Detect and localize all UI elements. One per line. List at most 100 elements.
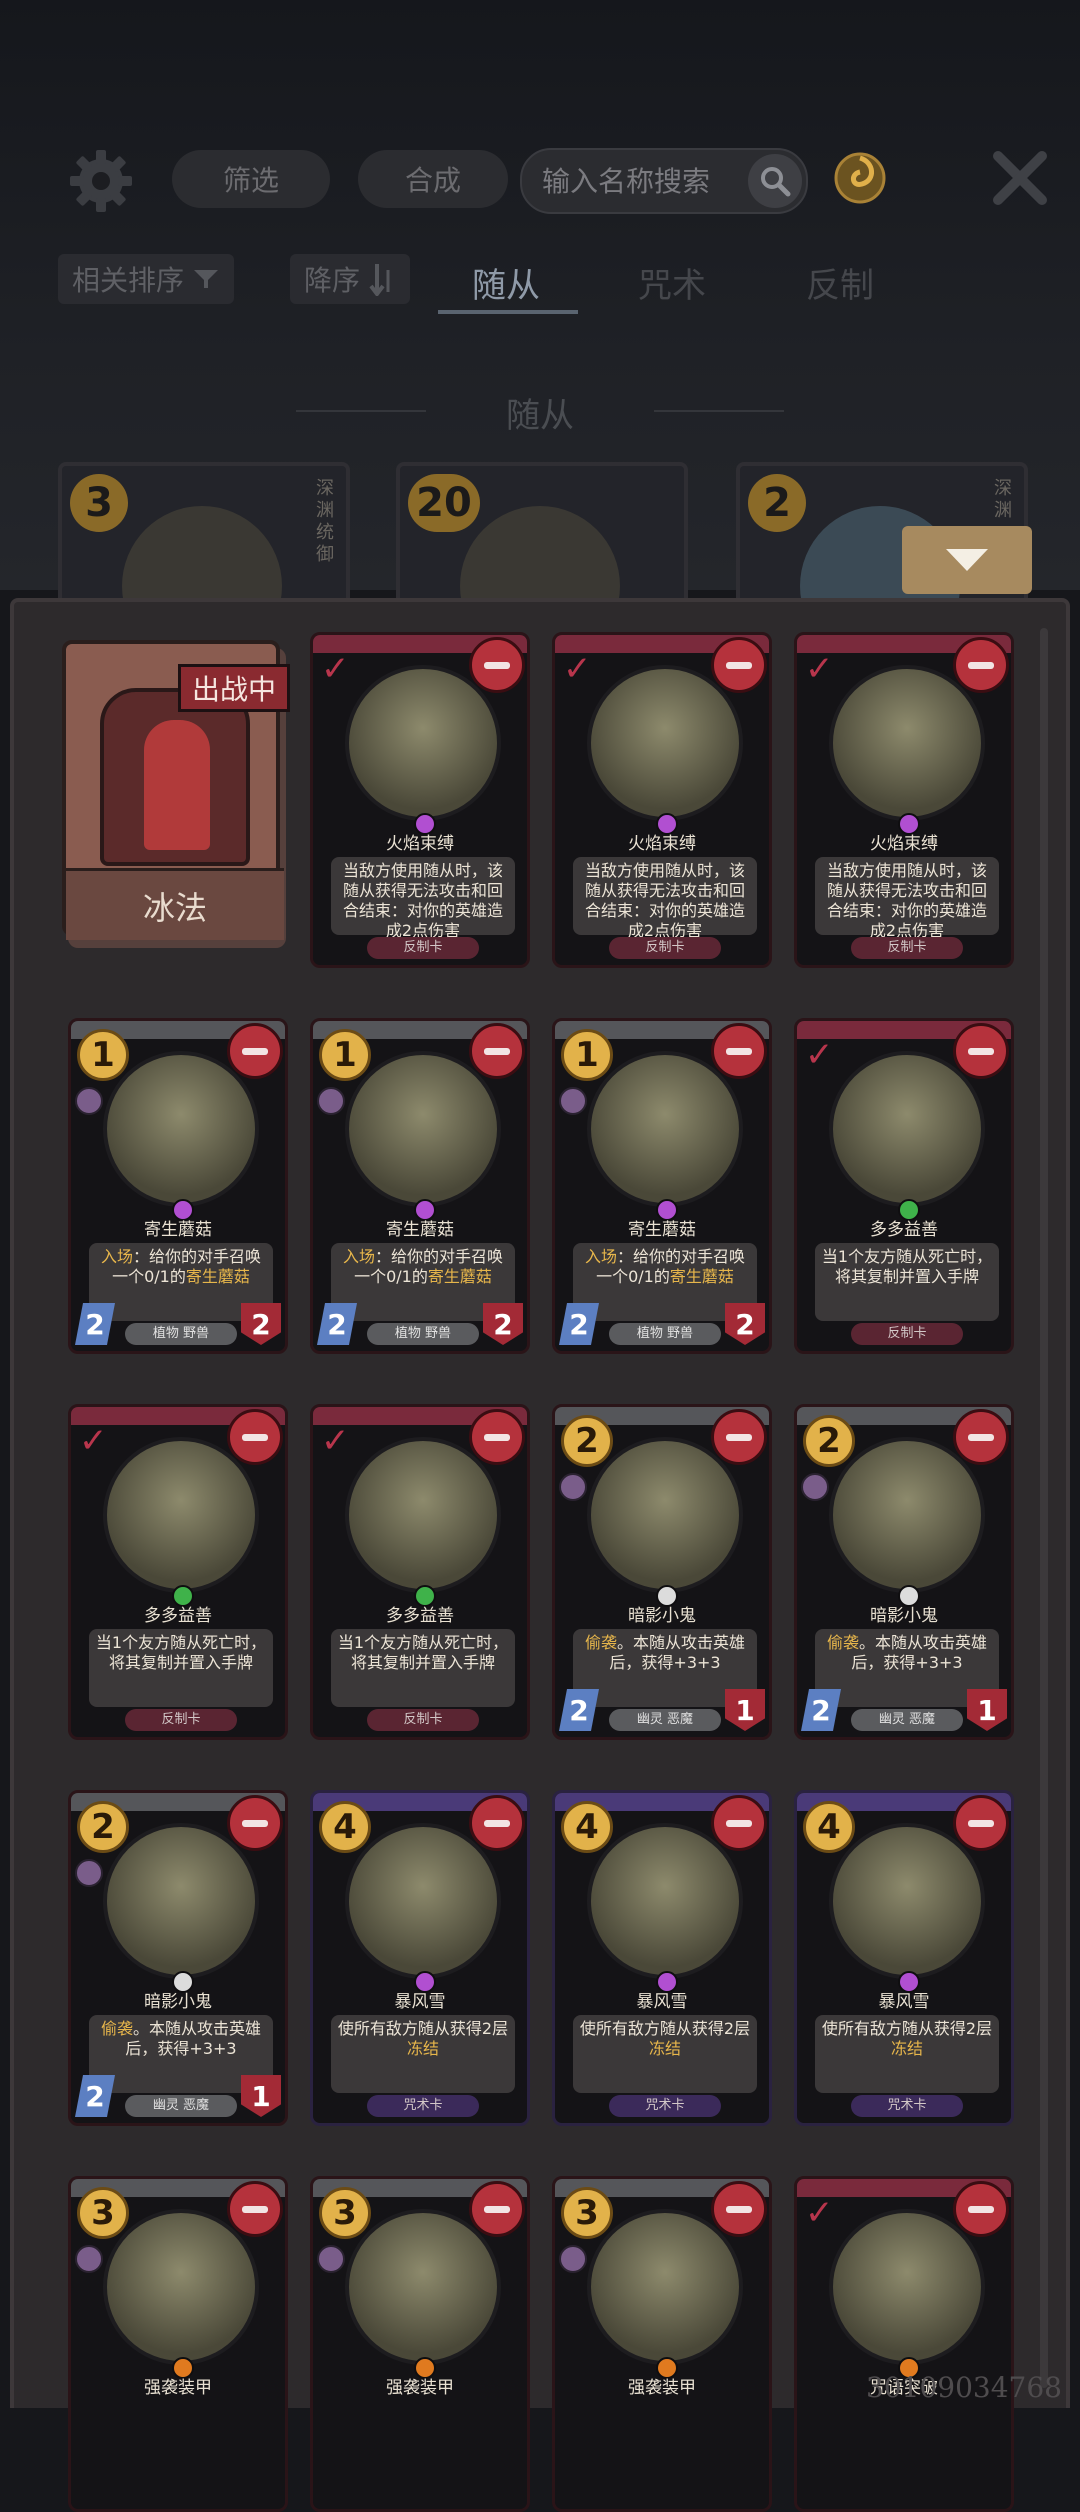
currency-icon[interactable] — [832, 150, 888, 206]
deck-card[interactable]: 1 寄生蘑菇 入场：给你的对手召唤一个0/1的寄生蘑菇 植物 野兽 2 2 — [552, 1018, 772, 1354]
deck-card[interactable]: 2 暗影小鬼 偷袭。本随从攻击英雄后，获得+3+3 幽灵 恶魔 2 1 — [552, 1404, 772, 1740]
card-name: 暗影小鬼 — [628, 1606, 696, 1626]
remove-card-button[interactable] — [711, 1795, 767, 1851]
remove-card-button[interactable] — [953, 637, 1009, 693]
card-name: 暴风雪 — [636, 1992, 688, 2012]
search-box — [520, 148, 808, 214]
deck-card[interactable]: ✓ 多多益善 当1个友方随从死亡时，将其复制并置入手牌 反制卡 — [310, 1404, 530, 1740]
deck-card[interactable]: 1 寄生蘑菇 入场：给你的对手召唤一个0/1的寄生蘑菇 植物 野兽 2 2 — [310, 1018, 530, 1354]
cost-badge: 1 — [77, 1029, 129, 1081]
tab-minions[interactable]: 随从 — [472, 258, 540, 307]
remove-card-button[interactable] — [711, 637, 767, 693]
card-description: 当敌方使用随从时，该随从获得无法攻击和回合结束：对你的英雄造成2点伤害 — [573, 857, 757, 940]
remove-card-button[interactable] — [227, 2181, 283, 2237]
remove-card-button[interactable] — [469, 1023, 525, 1079]
remove-card-button[interactable] — [469, 1409, 525, 1465]
remove-card-button[interactable] — [227, 1795, 283, 1851]
card-art — [103, 1823, 259, 1979]
counter-class-icon: ✓ — [321, 649, 350, 689]
gear-icon[interactable] — [68, 148, 134, 214]
remove-card-button[interactable] — [227, 1409, 283, 1465]
sort-arrow-icon — [369, 264, 390, 296]
remove-card-button[interactable] — [711, 1409, 767, 1465]
keyword: 寄生蘑菇 — [185, 1267, 250, 1286]
card-text: 当敌方使用随从时，该随从获得无法攻击和回合结束：对你的英雄造成2点伤害 — [342, 861, 503, 940]
deck-card[interactable]: ✓ 咒语突破 — [794, 2176, 1014, 2512]
remove-card-button[interactable] — [953, 1795, 1009, 1851]
sort-order-toggle[interactable]: 降序 — [290, 254, 411, 304]
tribe-icon — [317, 2245, 345, 2273]
deck-card[interactable]: 4 暴风雪 使所有敌方随从获得2层冻结 咒术卡 — [794, 1790, 1014, 2126]
deck-card[interactable]: 2 暗影小鬼 偷袭。本随从攻击英雄后，获得+3+3 幽灵 恶魔 2 1 — [68, 1790, 288, 2126]
chevron-down-icon — [946, 549, 988, 571]
sort-relevance-dropdown[interactable]: 相关排序 — [58, 254, 235, 304]
card-name: 强袭装甲 — [144, 2378, 212, 2398]
deck-card[interactable]: 4 暴风雪 使所有敌方随从获得2层冻结 咒术卡 — [310, 1790, 530, 2126]
remove-card-button[interactable] — [953, 2181, 1009, 2237]
deck-card[interactable]: ✓ 火焰束缚 当敌方使用随从时，该随从获得无法攻击和回合结束：对你的英雄造成2点伤害… — [794, 632, 1014, 968]
cost-badge: 2 — [803, 1415, 855, 1467]
filter-button[interactable]: 筛选 — [172, 150, 330, 208]
search-button[interactable] — [748, 154, 802, 208]
counter-class-icon: ✓ — [79, 1421, 108, 1461]
remove-card-button[interactable] — [953, 1409, 1009, 1465]
remove-card-button[interactable] — [469, 1795, 525, 1851]
remove-card-button[interactable] — [711, 2181, 767, 2237]
deck-card[interactable]: 2 暗影小鬼 偷袭。本随从攻击英雄后，获得+3+3 幽灵 恶魔 2 1 — [794, 1404, 1014, 1740]
card-art — [587, 1051, 743, 1207]
remove-card-button[interactable] — [469, 637, 525, 693]
keyword: 冻结 — [406, 2039, 439, 2058]
card-art — [829, 1437, 985, 1593]
deck-card[interactable]: 4 暴风雪 使所有敌方随从获得2层冻结 咒术卡 — [552, 1790, 772, 2126]
tribe-icon — [75, 1087, 103, 1115]
deck-card[interactable]: 1 寄生蘑菇 入场：给你的对手召唤一个0/1的寄生蘑菇 植物 野兽 2 2 — [68, 1018, 288, 1354]
card-name: 暗影小鬼 — [870, 1606, 938, 1626]
cost-badge: 2 — [77, 1801, 129, 1853]
remove-card-button[interactable] — [711, 1023, 767, 1079]
deck-card[interactable]: 3 强袭装甲 — [68, 2176, 288, 2512]
cost-badge: 3 — [70, 474, 128, 532]
watermark: 30109034768 — [866, 2371, 1062, 2404]
deck-card[interactable]: ✓ 多多益善 当1个友方随从死亡时，将其复制并置入手牌 反制卡 — [68, 1404, 288, 1740]
health-stat: 1 — [967, 1689, 1007, 1731]
card-type-label: 咒术卡 — [851, 2095, 963, 2117]
card-art — [345, 1051, 501, 1207]
remove-card-button[interactable] — [953, 1023, 1009, 1079]
tab-spells[interactable]: 咒术 — [638, 258, 706, 307]
deck-card[interactable]: 3 强袭装甲 — [310, 2176, 530, 2512]
craft-button[interactable]: 合成 — [358, 150, 508, 208]
remove-card-button[interactable] — [227, 1023, 283, 1079]
card-description: 当1个友方随从死亡时，将其复制并置入手牌 — [331, 1629, 515, 1707]
section-title: 随从 — [506, 396, 574, 436]
scrollbar[interactable] — [1040, 628, 1048, 2388]
deck-card[interactable]: ✓ 火焰束缚 当敌方使用随从时，该随从获得无法攻击和回合结束：对你的英雄造成2点伤害… — [552, 632, 772, 968]
card-art — [829, 1823, 985, 1979]
collection-card[interactable]: 3 深渊统御 — [58, 462, 350, 606]
card-type-label: 反制卡 — [367, 1709, 479, 1731]
collapse-deck-button[interactable] — [902, 526, 1032, 594]
card-name: 暗影小鬼 — [144, 1992, 212, 2012]
sort-order-label: 降序 — [304, 264, 361, 297]
card-name: 强袭装甲 — [386, 2378, 454, 2398]
card-name: 多多益善 — [870, 1220, 938, 1240]
deck-card[interactable]: ✓ 多多益善当1个友方随从死亡时，将其复制并置入手牌 反制卡 — [794, 1018, 1014, 1354]
search-input[interactable] — [540, 162, 744, 200]
counter-class-icon: ✓ — [805, 1035, 834, 1075]
cost-badge: 1 — [561, 1029, 613, 1081]
card-type-label: 反制卡 — [851, 1323, 963, 1345]
collection-card[interactable]: 20 — [396, 462, 688, 606]
deck-card[interactable]: ✓ 火焰束缚 当敌方使用随从时，该随从获得无法攻击和回合结束：对你的英雄造成2点伤害… — [310, 632, 530, 968]
remove-card-button[interactable] — [469, 2181, 525, 2237]
card-name: 寄生蘑菇 — [628, 1220, 696, 1240]
cost-badge: 1 — [319, 1029, 371, 1081]
card-description: 当1个友方随从死亡时，将其复制并置入手牌 — [815, 1243, 999, 1321]
tab-counters[interactable]: 反制 — [806, 258, 874, 307]
card-name: 火焰束缚 — [628, 834, 696, 854]
close-icon[interactable] — [990, 148, 1050, 208]
active-tab-indicator — [438, 310, 578, 314]
attack-stat: 2 — [559, 1689, 599, 1731]
hero-card[interactable]: 冰法 出战中 — [62, 640, 290, 952]
card-text: 使所有敌方随从获得2层 — [337, 2019, 509, 2038]
card-art — [587, 665, 743, 821]
deck-card[interactable]: 3 强袭装甲 — [552, 2176, 772, 2512]
